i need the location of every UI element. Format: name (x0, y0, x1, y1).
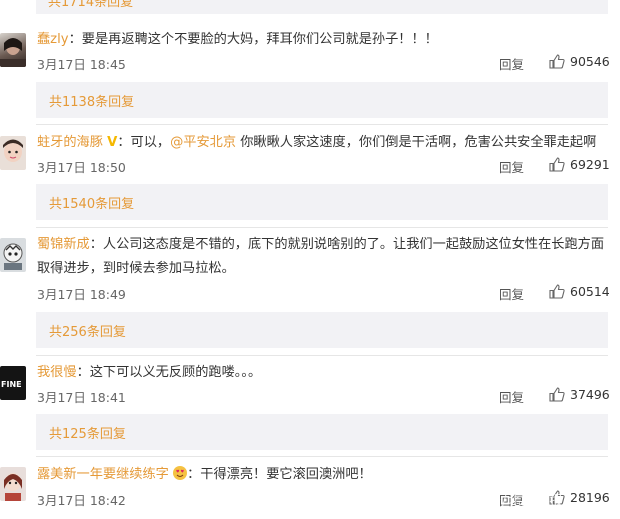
comment-time: 3月17日 18:42 (37, 493, 126, 508)
replies-bar[interactable]: 共125条回复 (36, 414, 608, 450)
watermark-text: 百家号/北京日报 (460, 494, 564, 509)
thumbs-up-icon[interactable] (549, 284, 565, 299)
replies-link[interactable]: 共1714条回复 (48, 0, 133, 10)
username-link[interactable]: 蜀锦新成 (37, 237, 90, 252)
username-link[interactable]: 蠢zly (37, 32, 69, 47)
thumbs-up-icon[interactable] (549, 387, 565, 402)
comment-body: ：这下可以义无反顾的跑喽。。。 (76, 365, 262, 380)
like-count: 60514 (570, 284, 610, 299)
divider (36, 456, 608, 457)
comment-text-cont: 取得进步，到时候去参加马拉松。 (37, 259, 608, 279)
like-count: 28196 (570, 490, 610, 505)
avatar-image (4, 473, 22, 501)
username-link[interactable]: 露美新一年要继续练字 (37, 467, 169, 482)
divider (36, 227, 608, 228)
avatar[interactable]: FINE (0, 366, 26, 400)
reply-button[interactable]: 回复 (499, 387, 524, 406)
comment-time: 3月17日 18:49 (37, 287, 126, 302)
avatar-image (3, 243, 23, 270)
replies-link[interactable]: 共256条回复 (49, 321, 126, 340)
like-count: 37496 (570, 387, 610, 402)
replies-link[interactable]: 共1138条回复 (49, 91, 134, 110)
comment-body-post: 你瞅瞅人家这速度，你们倒是干活啊，危害公共安全罪走起啊 (236, 135, 597, 150)
mention-link[interactable]: @平安北京 (170, 135, 236, 150)
heart-eyes-emoji-icon (173, 466, 188, 480)
reply-button[interactable]: 回复 (499, 157, 524, 176)
replies-link[interactable]: 共1540条回复 (49, 193, 134, 212)
reply-button[interactable]: 回复 (499, 54, 524, 73)
comment-text: 蠢zly：要是再返聘这个不要脸的大妈，拜耳你们公司就是孙子！！！ (37, 30, 608, 50)
avatar[interactable] (0, 467, 26, 501)
comment-body: ：干得漂亮！要它滚回澳洲吧！ (187, 467, 372, 482)
replies-bar[interactable]: 共1540条回复 (36, 184, 608, 220)
avatar[interactable] (0, 33, 26, 67)
comment-time: 3月17日 18:41 (37, 390, 126, 405)
avatar[interactable] (0, 136, 26, 170)
comment-text: 露美新一年要继续练字 ：干得漂亮！要它滚回澳洲吧！ (37, 465, 608, 485)
avatar[interactable] (0, 238, 26, 272)
comment-text: 蜀锦新成：人公司这态度是不错的，底下的就别说啥别的了。让我们一起鼓励这位女性在长… (37, 235, 608, 255)
comment-body: ：人公司这态度是不错的，底下的就别说啥别的了。让我们一起鼓励这位女性在长跑方面 (89, 237, 605, 252)
divider (36, 355, 608, 356)
comment-body-cont: 取得进步，到时候去参加马拉松。 (37, 261, 235, 276)
comment-time: 3月17日 18:45 (37, 57, 126, 72)
comment-body: ：要是再返聘这个不要脸的大妈，拜耳你们公司就是孙子！！！ (68, 32, 438, 47)
comment-body-pre: ：可以， (117, 135, 171, 150)
username-link[interactable]: 蛀牙的海豚 (37, 135, 103, 150)
replies-bar[interactable]: 共256条回复 (36, 312, 608, 348)
avatar-image (0, 38, 26, 67)
svg-text:FINE: FINE (1, 380, 22, 389)
comment-text: 我很慢：这下可以义无反顾的跑喽。。。 (37, 363, 608, 383)
username-link[interactable]: 我很慢 (37, 365, 77, 380)
comment-time: 3月17日 18:50 (37, 160, 126, 175)
replies-bar[interactable]: 共1138条回复 (36, 82, 608, 118)
verified-v-icon: V (107, 135, 118, 150)
replies-link[interactable]: 共125条回复 (49, 423, 126, 442)
avatar-image: FINE (1, 380, 22, 389)
thumbs-up-icon[interactable] (549, 157, 565, 172)
comment-text: 蛀牙的海豚 V：可以，@平安北京 你瞅瞅人家这速度，你们倒是干活啊，危害公共安全… (37, 133, 608, 153)
like-count: 90546 (570, 54, 610, 69)
like-count: 69291 (570, 157, 610, 172)
avatar-image (3, 139, 23, 162)
thumbs-up-icon[interactable] (549, 54, 565, 69)
replies-bar-partial[interactable]: 共1714条回复 (36, 0, 608, 14)
reply-button[interactable]: 回复 (499, 284, 524, 303)
divider (36, 124, 608, 125)
